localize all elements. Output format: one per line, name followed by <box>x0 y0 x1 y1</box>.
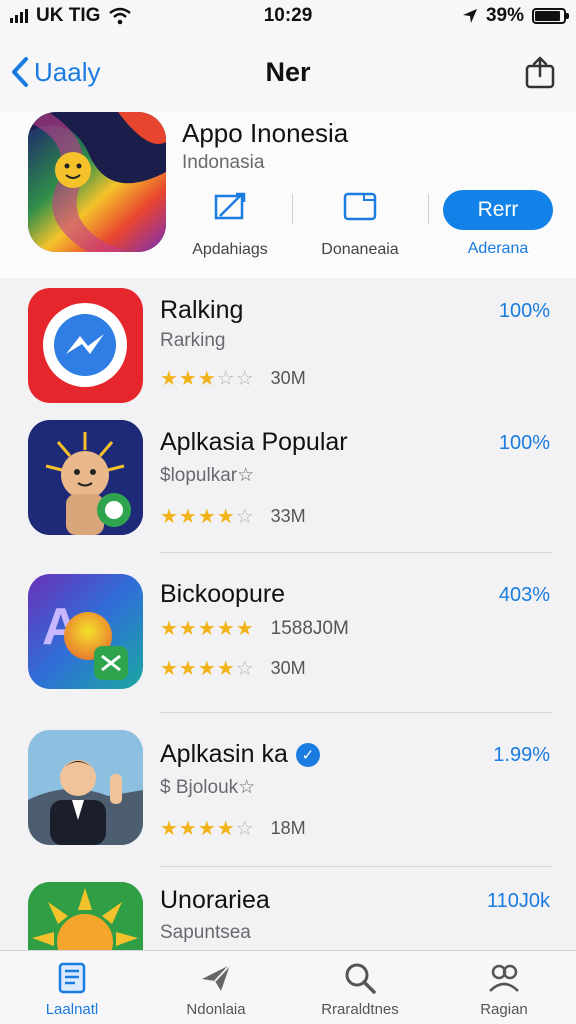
messenger-icon <box>28 288 143 403</box>
divider <box>160 712 552 713</box>
app-percent: 100% <box>498 432 550 454</box>
featured-app-subtitle: Indonasia <box>182 152 265 173</box>
status-bar: UK TIG 10:29 39% <box>0 0 576 32</box>
list-item[interactable]: Unorariea Sapuntsea 110J0k <box>0 882 576 950</box>
star-rating: ★★★★☆ <box>160 818 255 840</box>
app-percent: 403% <box>498 584 550 606</box>
list-item[interactable]: A Bickoopure ★★★★★ 1588J0M ★★★★☆ 30M 403… <box>0 572 576 702</box>
back-label: Uaaly <box>34 56 101 87</box>
app-meta: ★★★★☆ 18M <box>160 816 306 841</box>
tab-label: Ragian <box>480 1001 528 1018</box>
app-percent: 100% <box>498 300 550 322</box>
app-subtitle: Rarking <box>160 330 226 351</box>
star-rating: ★★★☆☆ <box>160 368 255 390</box>
tab-account[interactable]: Ragian <box>432 951 576 1024</box>
letter-a-icon: A <box>28 574 143 689</box>
featured-app-title: Appo Inonesia <box>182 118 349 148</box>
divider <box>160 866 552 867</box>
status-left: UK TIG <box>10 5 132 27</box>
app-subtitle: $ Bjolouk☆ <box>160 777 256 798</box>
app-title: Bickoopure <box>160 580 286 608</box>
verified-icon: ✓ <box>295 743 320 768</box>
account-icon <box>489 964 519 992</box>
app-meta: ★★★★★ 1588J0M <box>160 616 349 641</box>
app-title: Unorariea <box>160 886 270 914</box>
download-count: 30M <box>270 368 306 388</box>
man-waving-icon <box>28 730 143 845</box>
folder-icon <box>343 192 377 221</box>
featured-app-icon[interactable] <box>28 112 166 252</box>
featured-app-header: Appo Inonesia Indonasia Apdahiags Donane… <box>0 112 576 278</box>
app-percent: 1.99% <box>493 744 550 766</box>
hero-action-edit-label: Apdahiags <box>192 241 268 258</box>
battery-fill <box>535 11 561 21</box>
star-rating: ★★★★★ <box>160 618 255 640</box>
hero-action-edit[interactable]: Apdahiags <box>170 190 290 259</box>
tab-label: Laalnatl <box>45 1001 99 1018</box>
share-icon[interactable] <box>522 54 558 90</box>
navigation-bar: Uaaly Ner <box>0 32 576 112</box>
paper-plane-icon <box>202 964 231 991</box>
tab-search[interactable]: Rraraldtnes <box>288 951 432 1024</box>
app-subtitle: $lopulkar☆ <box>160 465 255 486</box>
sun-creature-icon <box>28 420 143 535</box>
app-percent: 110J0k <box>486 890 550 912</box>
list-item[interactable]: Aplkasia Popular $lopulkar☆ ★★★★☆ 33M 10… <box>0 420 576 554</box>
star-rating: ★★★★☆ <box>160 506 255 528</box>
tab-today[interactable]: Laalnatl <box>0 951 144 1024</box>
get-button[interactable]: Rerr <box>443 190 553 230</box>
star-rating: ★★★★☆ <box>160 658 255 680</box>
hero-action-folder-label: Donaneaia <box>321 241 399 258</box>
search-icon <box>345 963 376 994</box>
divider <box>428 194 429 224</box>
download-count: 30M <box>270 658 306 678</box>
location-arrow-icon <box>462 9 477 23</box>
divider <box>292 194 293 224</box>
get-button-label: Aderana <box>467 240 529 257</box>
carrier-label: UK TIG <box>36 5 101 26</box>
download-count: 18M <box>270 818 306 838</box>
hero-action-folder[interactable]: Donaneaia <box>300 190 420 259</box>
app-meta: ★★★★☆ 30M <box>160 656 306 681</box>
app-list: Ralking Rarking ★★★☆☆ 30M 100% Aplkasia … <box>0 278 576 950</box>
tab-label: Rraraldtnes <box>321 1001 399 1018</box>
tab-games[interactable]: Ndonlaia <box>144 951 288 1024</box>
app-title: Aplkasia Popular <box>160 428 348 456</box>
status-right: 39% <box>462 5 569 27</box>
list-item[interactable]: Aplkasin ka ✓ $ Bjolouk☆ ★★★★☆ 18M 1.99% <box>0 728 576 868</box>
wifi-icon <box>109 7 132 25</box>
app-subtitle: 1588J0M <box>270 617 349 639</box>
edit-icon <box>214 192 246 220</box>
app-meta: ★★★★☆ 33M <box>160 504 306 529</box>
back-button[interactable]: Uaaly <box>0 56 100 88</box>
app-subtitle: Sapuntsea <box>160 922 251 943</box>
divider <box>160 552 552 553</box>
battery-icon <box>532 8 569 24</box>
signal-icon <box>10 9 28 23</box>
list-item[interactable]: Ralking Rarking ★★★☆☆ 30M 100% <box>0 286 576 416</box>
app-title: Ralking <box>160 296 244 324</box>
battery-percent: 39% <box>485 5 524 26</box>
chevron-left-icon <box>12 57 28 87</box>
sun-icon <box>28 882 143 950</box>
download-count: 33M <box>270 506 306 526</box>
tab-label: Ndonlaia <box>186 1001 246 1018</box>
app-meta: ★★★☆☆ 30M <box>160 366 306 391</box>
tab-bar: Laalnatl Ndonlaia Rraraldtnes Ragian <box>0 950 576 1024</box>
today-icon <box>58 962 86 994</box>
app-title-text: Aplkasin ka <box>160 740 288 768</box>
app-title: Aplkasin ka ✓ <box>160 740 320 769</box>
